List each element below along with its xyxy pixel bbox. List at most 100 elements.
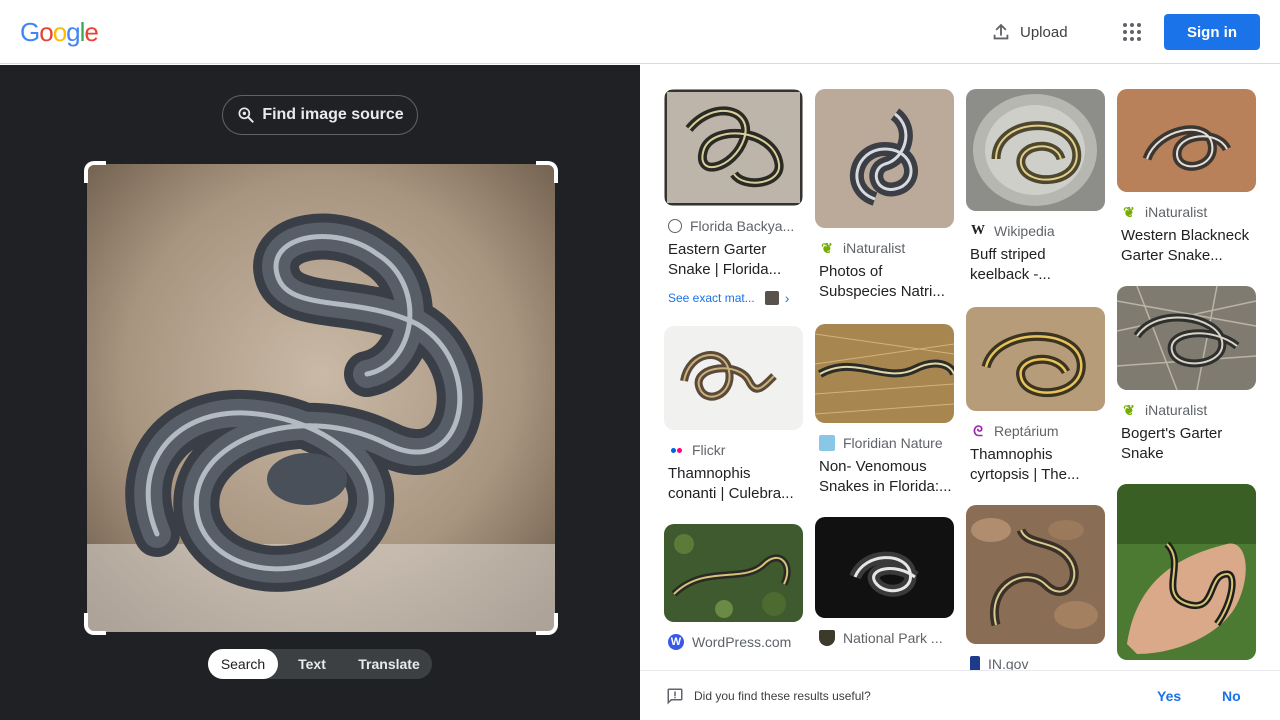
result-thumbnail [664, 89, 803, 206]
feedback-bar: Did you find these results useful? Yes N… [640, 670, 1280, 720]
inaturalist-icon: ❦ [1123, 402, 1135, 418]
nps-icon [819, 630, 835, 646]
feedback-question: Did you find these results useful? [694, 689, 871, 703]
flickr-icon [668, 442, 684, 458]
result-source: Floridian Nature [819, 435, 954, 451]
result-card[interactable]: Flickr Thamnophis conanti | Culebra... [664, 326, 803, 504]
source-name: Floridian Nature [843, 435, 943, 451]
result-thumbnail [664, 326, 803, 430]
source-name: IN.gov [988, 656, 1029, 670]
result-card[interactable]: ❦ iNaturalist Photos of Subspecies Natri… [815, 89, 954, 302]
result-source: IN.gov [970, 656, 1105, 670]
result-title[interactable]: Buff striped keelback -... [970, 245, 1105, 285]
find-source-label: Find image source [262, 106, 404, 123]
result-title[interactable]: Photos of Subspecies Natri... [819, 262, 954, 302]
result-thumbnail [815, 517, 954, 618]
result-source: ❦ iNaturalist [1121, 402, 1256, 418]
result-source: W WordPress.com [668, 634, 803, 650]
logo-letter: o [39, 17, 54, 47]
result-card[interactable]: ❦ iNaturalist Bogert's Garter Snake (Tha… [1117, 286, 1256, 464]
result-card[interactable]: W Wikipedia Buff striped keelback -... [966, 89, 1105, 285]
crop-handle-top-left[interactable] [84, 161, 106, 183]
exact-match-thumbnail [764, 291, 779, 305]
source-name: iNaturalist [1145, 402, 1208, 418]
wikipedia-icon: W [971, 223, 985, 238]
globe-icon [668, 219, 682, 233]
result-thumbnail [664, 524, 803, 622]
search-mode-tabs: Search Text Translate [208, 649, 432, 679]
result-card[interactable]: National Park ... [815, 517, 954, 646]
result-source: ❦ iNaturalist [1121, 204, 1256, 220]
result-card[interactable]: ❦ iNaturalist Western Blackneck Garter S… [1117, 89, 1256, 266]
upload-button[interactable]: Upload [990, 18, 1068, 46]
result-thumbnail [966, 505, 1105, 644]
result-title[interactable]: Western Blackneck Garter Snake... [1121, 226, 1256, 266]
result-title[interactable]: Thamnophis conanti | Culebra... [668, 464, 803, 504]
results-column: ❦ iNaturalist Western Blackneck Garter S… [1117, 89, 1256, 670]
inaturalist-icon: ❦ [821, 240, 833, 256]
upload-label: Upload [1020, 23, 1068, 41]
inaturalist-icon: ❦ [1123, 204, 1135, 220]
result-card[interactable]: IN.gov [966, 505, 1105, 670]
source-name: iNaturalist [1145, 204, 1208, 220]
logo-letter: G [20, 17, 40, 47]
result-source: W Wikipedia [970, 223, 1105, 239]
top-bar: Google Upload Sign in [0, 0, 1280, 64]
reptarium-icon: ᘓ [973, 423, 983, 439]
sign-in-button[interactable]: Sign in [1164, 14, 1260, 50]
crop-handle-bottom-left[interactable] [84, 613, 106, 635]
query-image-panel: Find image source Search Text Translate [0, 65, 640, 720]
result-source: Florida Backya... [668, 218, 803, 234]
in-gov-icon [970, 656, 980, 670]
visual-matches-panel: Florida Backya... Eastern Garter Snake |… [640, 65, 1280, 670]
result-source: ❦ iNaturalist [819, 240, 954, 256]
query-snake-image [87, 164, 555, 632]
apps-grid-icon[interactable] [1120, 20, 1144, 44]
tab-translate[interactable]: Translate [346, 649, 432, 679]
result-thumbnail [1117, 484, 1256, 660]
source-name: Flickr [692, 442, 726, 458]
feedback-no-button[interactable]: No [1222, 688, 1241, 704]
floridian-nature-icon [819, 435, 835, 451]
logo-letter: e [84, 17, 99, 47]
result-card[interactable]: W WordPress.com [664, 524, 803, 650]
result-source: Flickr [668, 442, 803, 458]
feedback-yes-button[interactable]: Yes [1157, 688, 1181, 704]
result-title[interactable]: Thamnophis cyrtopsis | The... [970, 445, 1105, 485]
result-source: ᘓ Reptárium [970, 423, 1105, 439]
exact-match-label: See exact mat... [668, 291, 755, 305]
results-column: ❦ iNaturalist Photos of Subspecies Natri… [815, 89, 954, 660]
result-title[interactable]: Non- Venomous Snakes in Florida:... [819, 457, 954, 497]
result-card[interactable] [1117, 484, 1256, 660]
results-column: W Wikipedia Buff striped keelback -... ᘓ… [966, 89, 1105, 670]
result-card[interactable]: Floridian Nature Non- Venomous Snakes in… [815, 324, 954, 497]
result-thumbnail [1117, 286, 1256, 390]
crop-handle-bottom-right[interactable] [536, 613, 558, 635]
result-thumbnail [815, 89, 954, 228]
result-card[interactable]: Florida Backya... Eastern Garter Snake |… [664, 89, 803, 306]
source-name: Reptárium [994, 423, 1059, 439]
source-name: Wikipedia [994, 223, 1055, 239]
crop-handle-top-right[interactable] [536, 161, 558, 183]
result-thumbnail [815, 324, 954, 423]
google-logo[interactable]: Google [20, 17, 99, 48]
results-column: Florida Backya... Eastern Garter Snake |… [664, 89, 803, 664]
chevron-right-icon: › [784, 290, 790, 306]
logo-letter: o [52, 17, 68, 47]
result-thumbnail [1117, 89, 1256, 192]
lens-search-icon [238, 107, 254, 123]
result-thumbnail [966, 89, 1105, 211]
result-title[interactable]: Eastern Garter Snake | Florida... [668, 240, 803, 280]
result-title[interactable]: Bogert's Garter Snake (Thamnoph... [1121, 424, 1256, 464]
result-card[interactable]: ᘓ Reptárium Thamnophis cyrtopsis | The..… [966, 307, 1105, 485]
source-name: Florida Backya... [690, 218, 795, 234]
tab-text[interactable]: Text [278, 649, 346, 679]
source-name: iNaturalist [843, 240, 906, 256]
source-name: WordPress.com [692, 634, 792, 650]
result-source: National Park ... [819, 630, 954, 646]
crop-selection[interactable] [84, 161, 558, 635]
find-image-source-button[interactable]: Find image source [222, 95, 418, 135]
see-exact-matches-link[interactable]: See exact mat... › [668, 290, 803, 306]
tab-search[interactable]: Search [208, 649, 278, 679]
feedback-icon [667, 688, 683, 705]
